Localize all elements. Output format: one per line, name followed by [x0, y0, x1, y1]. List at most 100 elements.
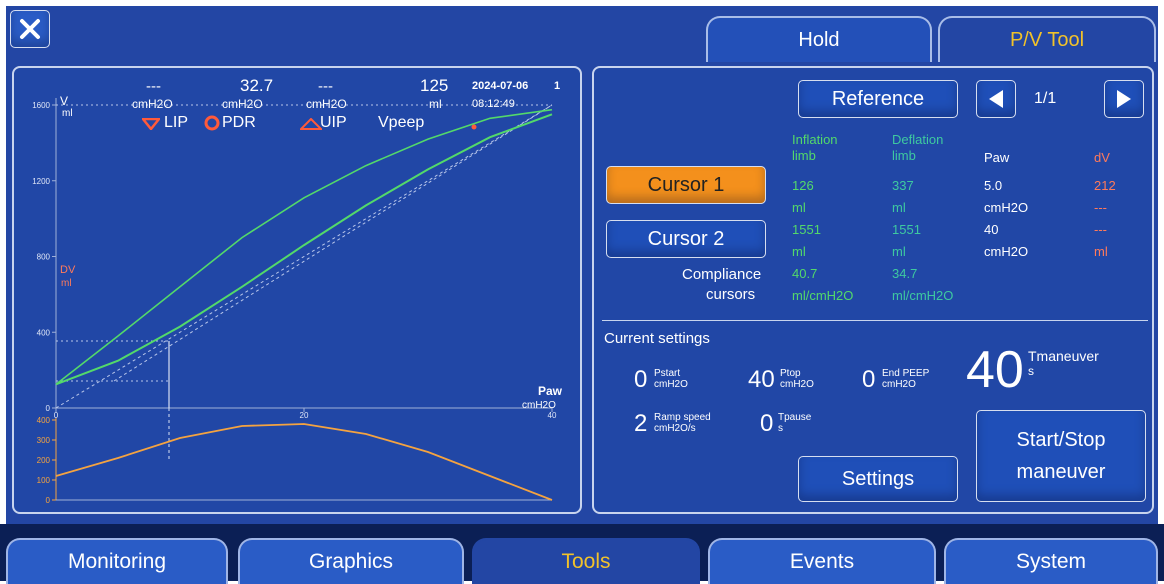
table-cell: 337 [892, 178, 914, 193]
tab-hold-label: Hold [798, 28, 840, 51]
header-dv: dV [1094, 150, 1110, 165]
deflation-limb-line [55, 113, 553, 386]
tab-monitoring[interactable]: Monitoring [6, 538, 228, 584]
settings-button-label: Settings [841, 467, 915, 490]
cursor-2-label: Cursor 2 [647, 227, 725, 250]
tmaneuver-value: 40 [966, 341, 1024, 399]
y-tick-label: 0 [46, 404, 51, 413]
table-cell: ml [792, 200, 806, 215]
tab-tools[interactable]: Tools [472, 538, 700, 584]
tab-events[interactable]: Events [708, 538, 936, 584]
ptop-value: 40 [748, 366, 775, 393]
dv-line [55, 423, 553, 501]
cursor-2-button[interactable]: Cursor 2 [606, 220, 766, 258]
start-stop-maneuver-button[interactable]: Start/Stop maneuver [976, 410, 1146, 502]
bottom-navigation: Monitoring Graphics Tools Events System [0, 524, 1164, 584]
close-icon [20, 19, 40, 39]
header-paw: Paw [984, 150, 1010, 165]
cursor-1-button[interactable]: Cursor 1 [606, 166, 766, 204]
reference-diagonal [55, 104, 553, 409]
readout-lip-value: --- [146, 78, 161, 95]
table-cell: ml [892, 200, 906, 215]
pv-graph-panel: 1600 1200 800 400 0 400 300 200 100 0 0 20 40 V ml… [12, 66, 582, 514]
graph-date: 2024-07-06 [472, 80, 529, 92]
dv-tick-label: 0 [46, 496, 51, 505]
ventilator-screen: Hold P/V Tool 1600 1200 800 400 0 400 300 200 1… [6, 6, 1158, 524]
y-tick-label: 1600 [32, 101, 50, 110]
maneuver-label: maneuver [1016, 461, 1106, 483]
pv-controls-panel: Reference 1/1 Cursor 1 Cursor 2 Complian… [592, 66, 1154, 514]
endpeep-value: 0 [862, 366, 876, 393]
table-cell: 126 [792, 178, 814, 193]
tab-system-label: System [1015, 550, 1086, 573]
reference-button-label: Reference [831, 87, 925, 110]
tab-hold[interactable]: Hold [706, 16, 932, 62]
compliance-inflation-value: 40.7 [792, 266, 818, 281]
readout-pdr-value: 32.7 [240, 76, 274, 95]
lip-marker-label: LIP [164, 114, 189, 131]
tmaneuver-label: Tmaneuver [1028, 348, 1099, 364]
prev-page-button[interactable] [976, 80, 1016, 118]
v-axis-label: V [60, 94, 69, 108]
header-inflation-2: limb [792, 148, 816, 163]
start-stop-label: Start/Stop [1016, 429, 1106, 451]
tab-graphics-label: Graphics [308, 550, 394, 573]
close-button[interactable] [10, 10, 50, 48]
table-cell: --- [1094, 222, 1107, 237]
graph-time: 08:12:49 [472, 98, 515, 110]
y-tick-label: 800 [37, 253, 51, 262]
table-cell: cmH2O [984, 244, 1029, 259]
pv-chart: 160012008004000 4003002001000 0 20 40 [32, 98, 557, 505]
y-tick-label: 1200 [32, 177, 50, 186]
pstart-label: Pstart [654, 368, 681, 379]
table-cell: 212 [1094, 178, 1116, 193]
header-deflation-1: Deflation [892, 132, 944, 147]
tab-monitoring-label: Monitoring [67, 550, 167, 573]
readout-lip-unit: cmH2O [132, 97, 173, 111]
compliance-deflation-unit: ml/cmH2O [892, 288, 954, 303]
cursor-1-label: Cursor 1 [647, 173, 725, 196]
tmaneuver-unit: s [1028, 364, 1034, 378]
vpeep-marker-label: Vpeep [378, 114, 425, 131]
pstart-unit: cmH2O [654, 379, 688, 390]
ptop-unit: cmH2O [780, 379, 814, 390]
table-cell: 40 [984, 222, 999, 237]
readout-vpeep-unit: ml [429, 97, 442, 111]
readout-uip-unit: cmH2O [306, 97, 347, 111]
endpeep-unit: cmH2O [882, 379, 916, 390]
pdr-marker-label: PDR [222, 114, 256, 131]
tab-graphics[interactable]: Graphics [238, 538, 464, 584]
table-cell: cmH2O [984, 200, 1029, 215]
table-cell: ml [892, 244, 906, 259]
tpause-value: 0 [760, 410, 774, 437]
ptop-label: Ptop [780, 368, 801, 379]
y-tick-label: 400 [37, 328, 51, 337]
readout-pdr-unit: cmH2O [222, 97, 263, 111]
tpause-unit: s [778, 423, 783, 434]
tpause-label: Tpause [778, 412, 812, 423]
ramp-speed-value: 2 [634, 410, 648, 437]
endpeep-label: End PEEP [882, 368, 930, 379]
table-cell: ml [1094, 244, 1108, 259]
lip-marker-icon [142, 118, 160, 130]
tab-pv-tool[interactable]: P/V Tool [938, 16, 1156, 62]
pdr-marker-icon [204, 115, 220, 131]
ramp-speed-label: Ramp speed [654, 412, 711, 423]
compliance-label-2: cursors [706, 286, 756, 303]
pdr-point [471, 124, 477, 130]
dv-tick-label: 100 [37, 476, 51, 485]
tab-tools-label: Tools [561, 550, 611, 573]
settings-button[interactable]: Settings [798, 456, 958, 502]
next-page-button[interactable] [1104, 80, 1144, 118]
tab-pv-tool-label: P/V Tool [1009, 28, 1085, 51]
tab-events-label: Events [789, 550, 855, 573]
pstart-value: 0 [634, 366, 648, 393]
table-cell: 1551 [792, 222, 821, 237]
triangle-right-icon [1117, 90, 1131, 108]
ramp-speed-unit: cmH2O/s [654, 423, 696, 434]
table-cell: 5.0 [984, 178, 1003, 193]
reference-diagonal-2 [113, 104, 553, 382]
x-tick-label: 20 [300, 411, 309, 420]
reference-button[interactable]: Reference [798, 80, 958, 118]
tab-system[interactable]: System [944, 538, 1158, 584]
